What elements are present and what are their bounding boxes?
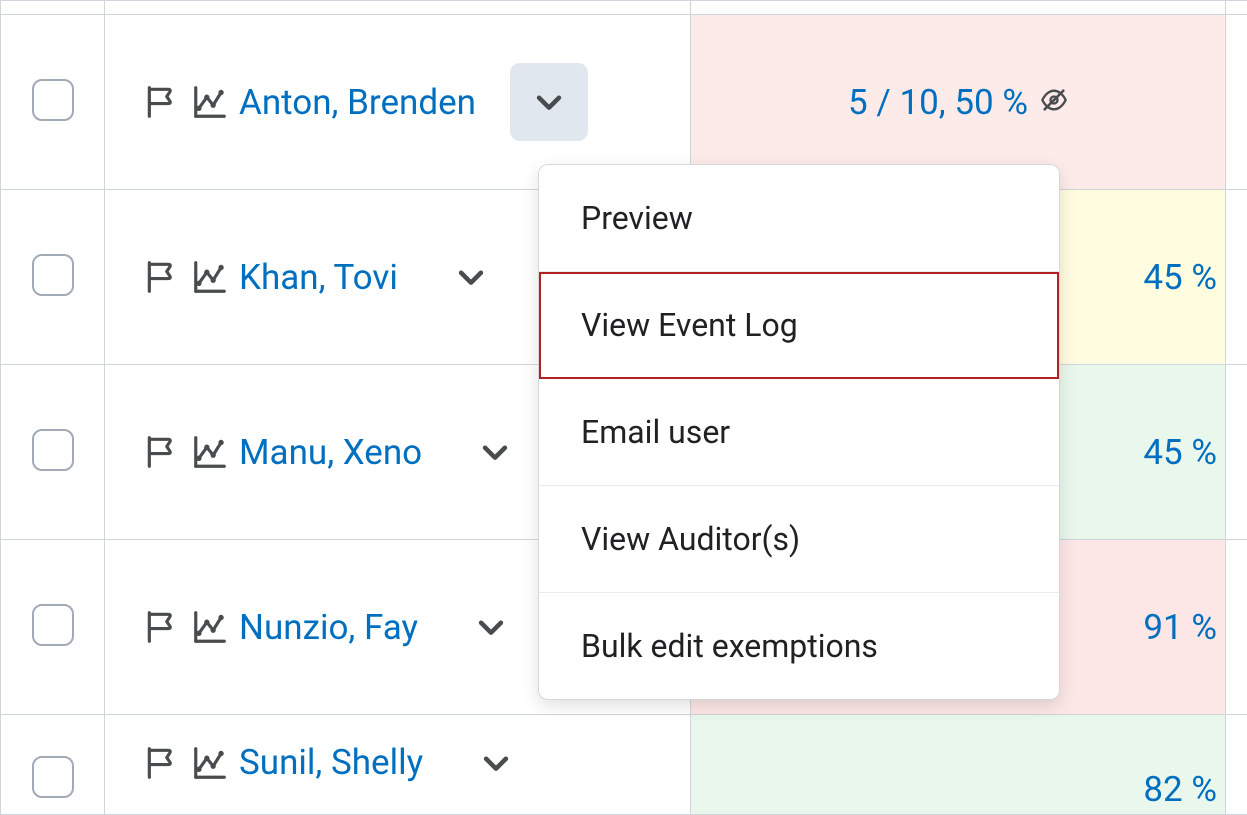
menu-item-view-event-log[interactable]: View Event Log <box>539 272 1059 379</box>
grade-value: 45 % <box>1143 432 1217 473</box>
row-checkbox[interactable] <box>32 79 74 121</box>
chart-icon[interactable] <box>191 258 229 296</box>
header-check-cell <box>1 1 105 15</box>
row-actions-button[interactable] <box>452 588 530 666</box>
flag-icon[interactable] <box>143 608 181 646</box>
header-grade-cell <box>691 1 1226 15</box>
row-actions-button[interactable] <box>456 413 534 491</box>
student-name-link[interactable]: Anton, Brenden <box>239 82 476 123</box>
flag-icon[interactable] <box>143 744 181 782</box>
student-name-link[interactable]: Nunzio, Fay <box>239 607 418 648</box>
menu-item-email-user[interactable]: Email user <box>539 379 1059 486</box>
row-actions-button[interactable] <box>457 724 535 802</box>
row-actions-button[interactable] <box>510 63 588 141</box>
grade-value: 91 % <box>1143 607 1217 648</box>
student-name-link[interactable]: Khan, Tovi <box>239 257 398 298</box>
flag-icon[interactable] <box>143 258 181 296</box>
menu-item-preview[interactable]: Preview <box>539 165 1059 272</box>
row-checkbox[interactable] <box>32 604 74 646</box>
flag-icon[interactable] <box>143 83 181 121</box>
row-actions-menu: Preview View Event Log Email user View A… <box>538 164 1060 700</box>
menu-item-view-auditors[interactable]: View Auditor(s) <box>539 486 1059 593</box>
grade-value: 45 % <box>1143 257 1217 298</box>
row-actions-button[interactable] <box>432 238 510 316</box>
flag-icon[interactable] <box>143 433 181 471</box>
menu-item-bulk-edit-exemptions[interactable]: Bulk edit exemptions <box>539 593 1059 699</box>
chart-icon[interactable] <box>191 744 229 782</box>
header-edge-cell <box>1226 1 1247 15</box>
hidden-icon <box>1040 82 1068 123</box>
row-checkbox[interactable] <box>32 429 74 471</box>
student-name-link[interactable]: Sunil, Shelly <box>239 742 423 783</box>
row-checkbox[interactable] <box>32 756 74 798</box>
chart-icon[interactable] <box>191 608 229 646</box>
chart-icon[interactable] <box>191 83 229 121</box>
chart-icon[interactable] <box>191 433 229 471</box>
grade-value: 5 / 10, 50 % <box>848 82 1028 123</box>
row-checkbox[interactable] <box>32 254 74 296</box>
header-name-cell <box>105 1 691 15</box>
grade-value: 82 % <box>1143 769 1217 810</box>
student-name-link[interactable]: Manu, Xeno <box>239 432 422 473</box>
